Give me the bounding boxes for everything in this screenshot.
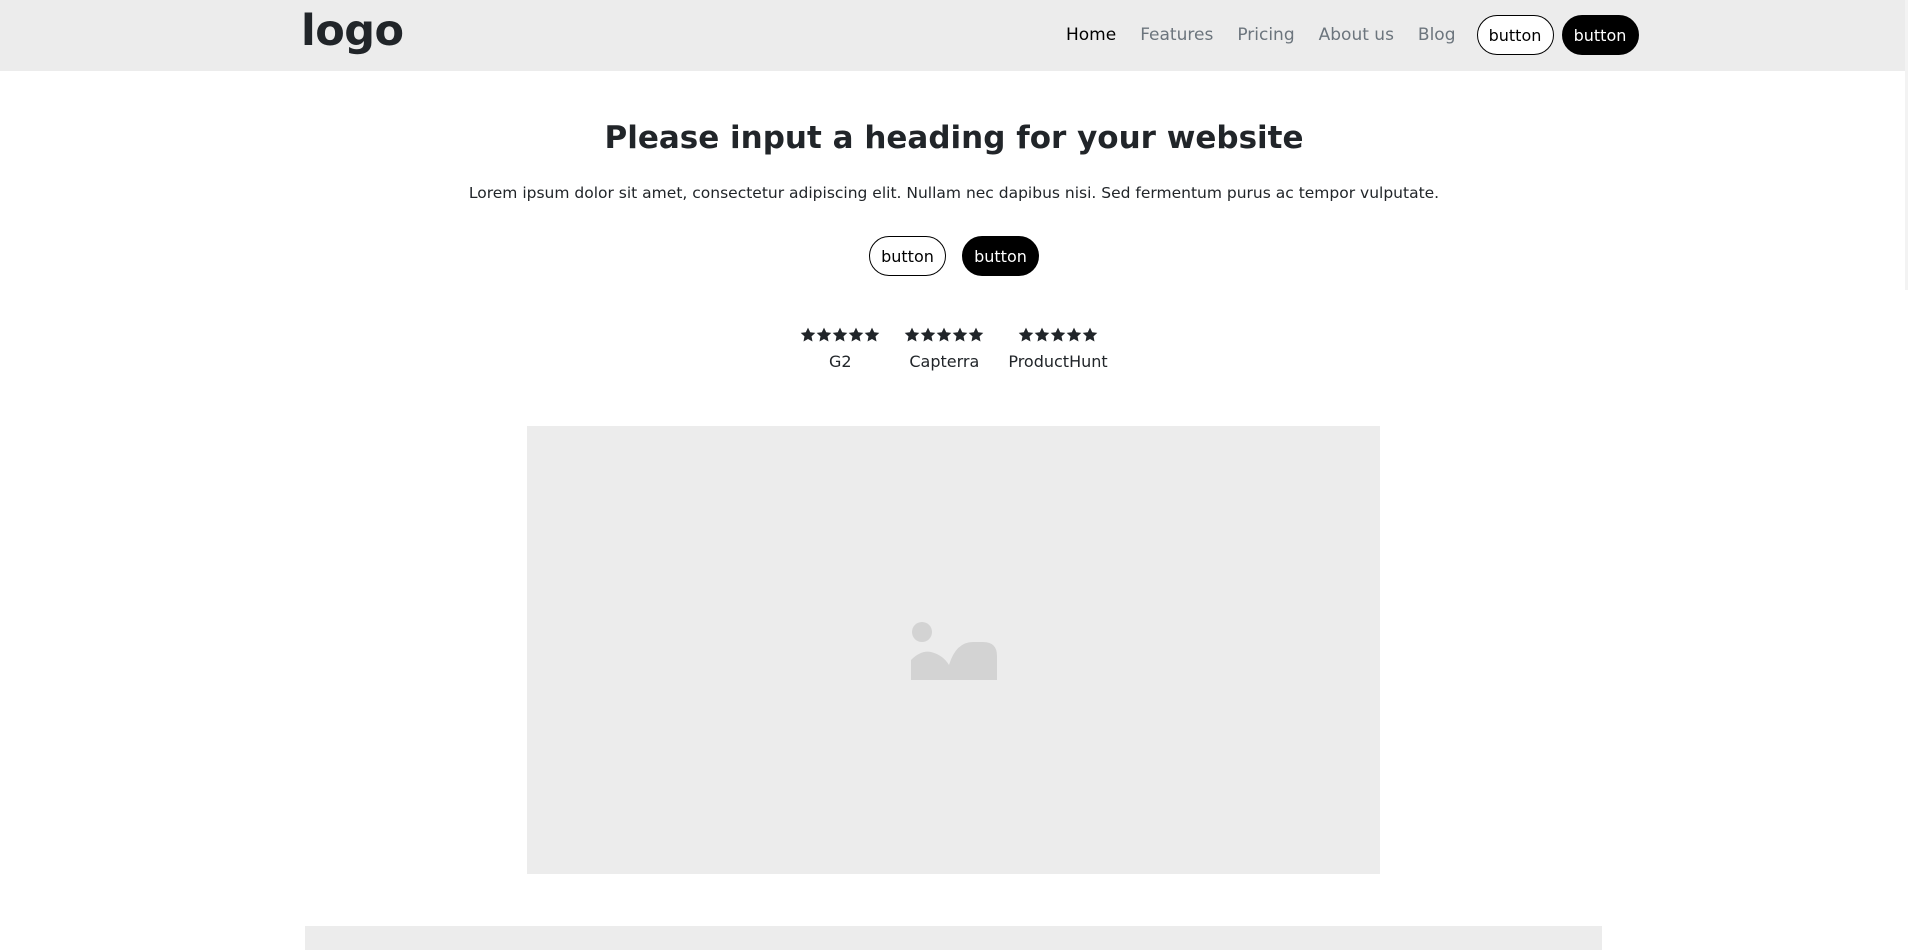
image-placeholder-icon — [910, 622, 997, 680]
nav-link-home[interactable]: Home — [1066, 15, 1116, 55]
star-icon — [937, 327, 952, 342]
star-icon — [849, 327, 864, 342]
rating-source-label: G2 — [829, 352, 852, 371]
nav-link-pricing[interactable]: Pricing — [1237, 15, 1294, 55]
nav-link-blog[interactable]: Blog — [1418, 15, 1456, 55]
star-icon — [833, 327, 848, 342]
star-icon — [1050, 327, 1066, 342]
rating-capterra: Capterra — [904, 323, 984, 373]
nav-link-features[interactable]: Features — [1140, 15, 1213, 55]
star-icon — [865, 327, 880, 342]
hero-title: Please input a heading for your website — [604, 120, 1304, 156]
logo[interactable]: logo — [301, 4, 404, 58]
next-section — [305, 926, 1602, 950]
star-icon — [817, 327, 832, 342]
nav-outline-button[interactable]: button — [1476, 15, 1554, 55]
main-nav: Home Features Pricing About us Blog butt… — [1066, 15, 1639, 55]
hero-image — [527, 426, 1380, 874]
star-rating — [904, 323, 984, 347]
rating-producthunt: ProductHunt — [1008, 323, 1108, 373]
rating-source-label: ProductHunt — [1008, 352, 1108, 371]
rating-g2: G2 — [800, 323, 880, 373]
star-rating — [1018, 323, 1098, 347]
nav-dark-button[interactable]: button — [1561, 15, 1639, 55]
hero-outline-button[interactable]: button — [869, 236, 946, 276]
star-icon — [969, 327, 984, 342]
star-rating — [800, 323, 880, 347]
star-icon — [1082, 327, 1098, 342]
rating-source-label: Capterra — [909, 352, 980, 371]
star-icon — [1066, 327, 1082, 342]
star-icon — [905, 327, 920, 342]
hero-dark-button[interactable]: button — [962, 236, 1039, 276]
navbar: logo Home Features Pricing About us Blog… — [0, 0, 1908, 71]
star-icon — [801, 327, 816, 342]
star-icon — [921, 327, 936, 342]
star-icon — [1018, 327, 1034, 342]
hero-buttons: button button — [0, 236, 1908, 276]
star-icon — [1034, 327, 1050, 342]
star-icon — [953, 327, 968, 342]
ratings: G2 Capterra ProductHunt — [0, 323, 1908, 373]
hero-text: Lorem ipsum dolor sit amet, consectetur … — [468, 184, 1440, 202]
nav-link-about-us[interactable]: About us — [1319, 15, 1394, 55]
